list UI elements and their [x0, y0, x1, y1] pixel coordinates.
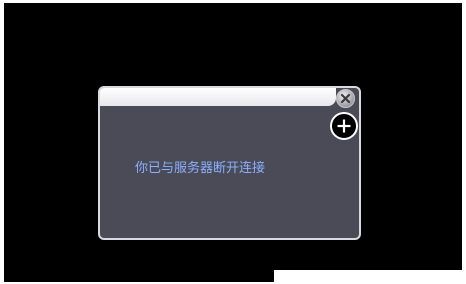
plus-circle-icon — [337, 119, 351, 133]
close-button[interactable] — [336, 89, 355, 108]
close-icon — [340, 93, 351, 104]
dialog-titlebar — [100, 88, 336, 106]
add-button[interactable] — [330, 112, 358, 140]
screen-edge-gap — [274, 270, 466, 284]
disconnect-message: 你已与服务器断开连接 — [135, 161, 266, 176]
